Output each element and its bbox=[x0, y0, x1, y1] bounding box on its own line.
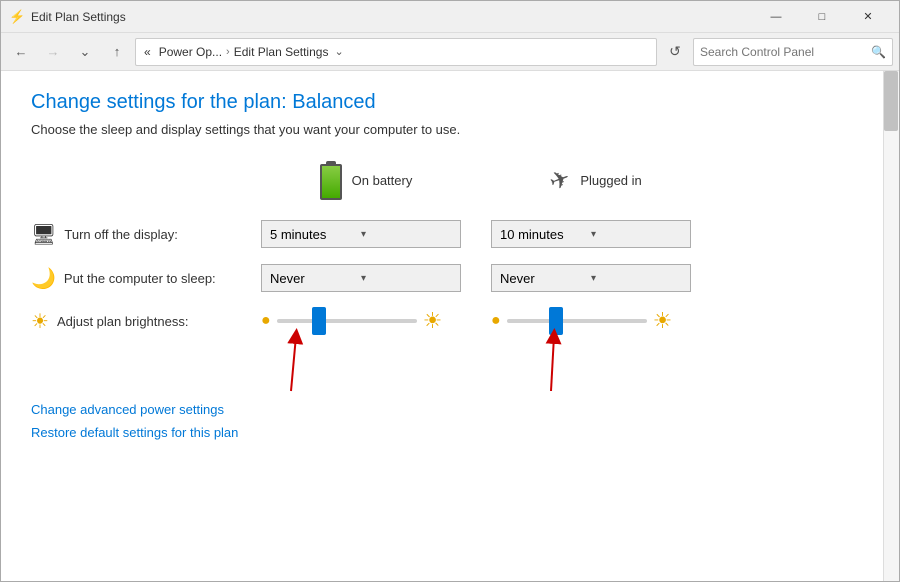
change-advanced-link[interactable]: Change advanced power settings bbox=[31, 402, 869, 417]
brightness-plugged-slider-track bbox=[507, 319, 647, 323]
page-title: Change settings for the plan: Balanced bbox=[31, 91, 869, 114]
sleep-battery-value: Never bbox=[270, 271, 361, 286]
col-battery-label: On battery bbox=[352, 173, 413, 188]
titlebar-title: Edit Plan Settings bbox=[31, 10, 753, 24]
breadcrumb-parent[interactable]: Power Op... bbox=[159, 45, 222, 59]
search-input[interactable] bbox=[700, 45, 871, 59]
turn-off-display-battery-cell: 5 minutes ▾ bbox=[251, 212, 481, 256]
titlebar-controls: — □ ✕ bbox=[753, 1, 891, 33]
maximize-button[interactable]: □ bbox=[799, 1, 845, 33]
brightness-plugged-slider-thumb[interactable] bbox=[549, 307, 563, 335]
brightness-icon: ☀ bbox=[31, 309, 49, 334]
turn-off-display-plugged-dropdown[interactable]: 10 minutes ▾ bbox=[491, 220, 691, 248]
close-button[interactable]: ✕ bbox=[845, 1, 891, 33]
col-plugged-label: Plugged in bbox=[580, 173, 641, 188]
breadcrumb-dropdown-icon[interactable]: ⌄ bbox=[334, 45, 343, 58]
brightness-battery-slider-track bbox=[277, 319, 417, 323]
sleep-label: 🌙 Put the computer to sleep: bbox=[31, 256, 251, 300]
window-icon: ⚡ bbox=[9, 9, 25, 25]
restore-defaults-link[interactable]: Restore default settings for this plan bbox=[31, 425, 869, 440]
dropdown-arrow-icon2: ▾ bbox=[591, 229, 682, 240]
brightness-label: ☀ Adjust plan brightness: bbox=[31, 300, 251, 342]
search-box[interactable]: 🔍 bbox=[693, 38, 893, 66]
plug-icon: ✈ bbox=[546, 163, 575, 197]
sleep-icon: 🌙 bbox=[31, 266, 56, 291]
refresh-button[interactable]: ↺ bbox=[661, 38, 689, 66]
sun-small-icon-plugged: ● bbox=[491, 312, 501, 330]
col-header-battery: On battery bbox=[251, 161, 481, 212]
sleep-battery-dropdown[interactable]: Never ▾ bbox=[261, 264, 461, 292]
sun-large-icon-plugged: ☀ bbox=[653, 308, 673, 334]
scrollbar-thumb[interactable] bbox=[884, 71, 898, 131]
sun-small-icon-battery: ● bbox=[261, 312, 271, 330]
brightness-battery-slider-cell: ● ☀ bbox=[251, 300, 481, 342]
breadcrumb-prefix: « bbox=[144, 45, 151, 59]
sleep-plugged-value: Never bbox=[500, 271, 591, 286]
dropdown-nav-button[interactable]: ⌄ bbox=[71, 38, 99, 66]
col-header-empty bbox=[31, 161, 251, 212]
dropdown-arrow-icon4: ▾ bbox=[591, 273, 682, 284]
up-button[interactable]: ↑ bbox=[103, 38, 131, 66]
settings-grid: On battery ✈ Plugged in 🖥 Turn off the d… bbox=[31, 161, 849, 342]
sun-large-icon-battery: ☀ bbox=[423, 308, 443, 334]
search-icon: 🔍 bbox=[871, 45, 886, 59]
dropdown-arrow-icon3: ▾ bbox=[361, 273, 452, 284]
breadcrumb-separator: › bbox=[226, 46, 230, 58]
sleep-plugged-dropdown[interactable]: Never ▾ bbox=[491, 264, 691, 292]
minimize-button[interactable]: — bbox=[753, 1, 799, 33]
bottom-links: Change advanced power settings Restore d… bbox=[31, 402, 869, 440]
breadcrumb-current: Edit Plan Settings bbox=[234, 45, 329, 59]
sleep-plugged-cell: Never ▾ bbox=[481, 256, 711, 300]
turn-off-display-plugged-cell: 10 minutes ▾ bbox=[481, 212, 711, 256]
col-header-plugged: ✈ Plugged in bbox=[481, 161, 711, 212]
breadcrumb-bar[interactable]: « Power Op... › Edit Plan Settings ⌄ bbox=[135, 38, 657, 66]
back-button[interactable]: ← bbox=[7, 38, 35, 66]
dropdown-arrow-icon: ▾ bbox=[361, 229, 452, 240]
turn-off-display-plugged-value: 10 minutes bbox=[500, 227, 591, 242]
brightness-plugged-slider-cell: ● ☀ bbox=[481, 300, 711, 342]
turn-off-display-battery-value: 5 minutes bbox=[270, 227, 361, 242]
forward-button[interactable]: → bbox=[39, 38, 67, 66]
monitor-icon: 🖥 bbox=[31, 222, 56, 247]
scrollbar-track[interactable] bbox=[883, 71, 899, 582]
addressbar: ← → ⌄ ↑ « Power Op... › Edit Plan Settin… bbox=[1, 33, 899, 71]
brightness-battery-slider-thumb[interactable] bbox=[312, 307, 326, 335]
sleep-battery-cell: Never ▾ bbox=[251, 256, 481, 300]
titlebar: ⚡ Edit Plan Settings — □ ✕ bbox=[1, 1, 899, 33]
main-content: Change settings for the plan: Balanced C… bbox=[1, 71, 899, 582]
turn-off-display-battery-dropdown[interactable]: 5 minutes ▾ bbox=[261, 220, 461, 248]
page-description: Choose the sleep and display settings th… bbox=[31, 122, 869, 137]
battery-icon bbox=[320, 161, 342, 200]
turn-off-display-label: 🖥 Turn off the display: bbox=[31, 212, 251, 256]
